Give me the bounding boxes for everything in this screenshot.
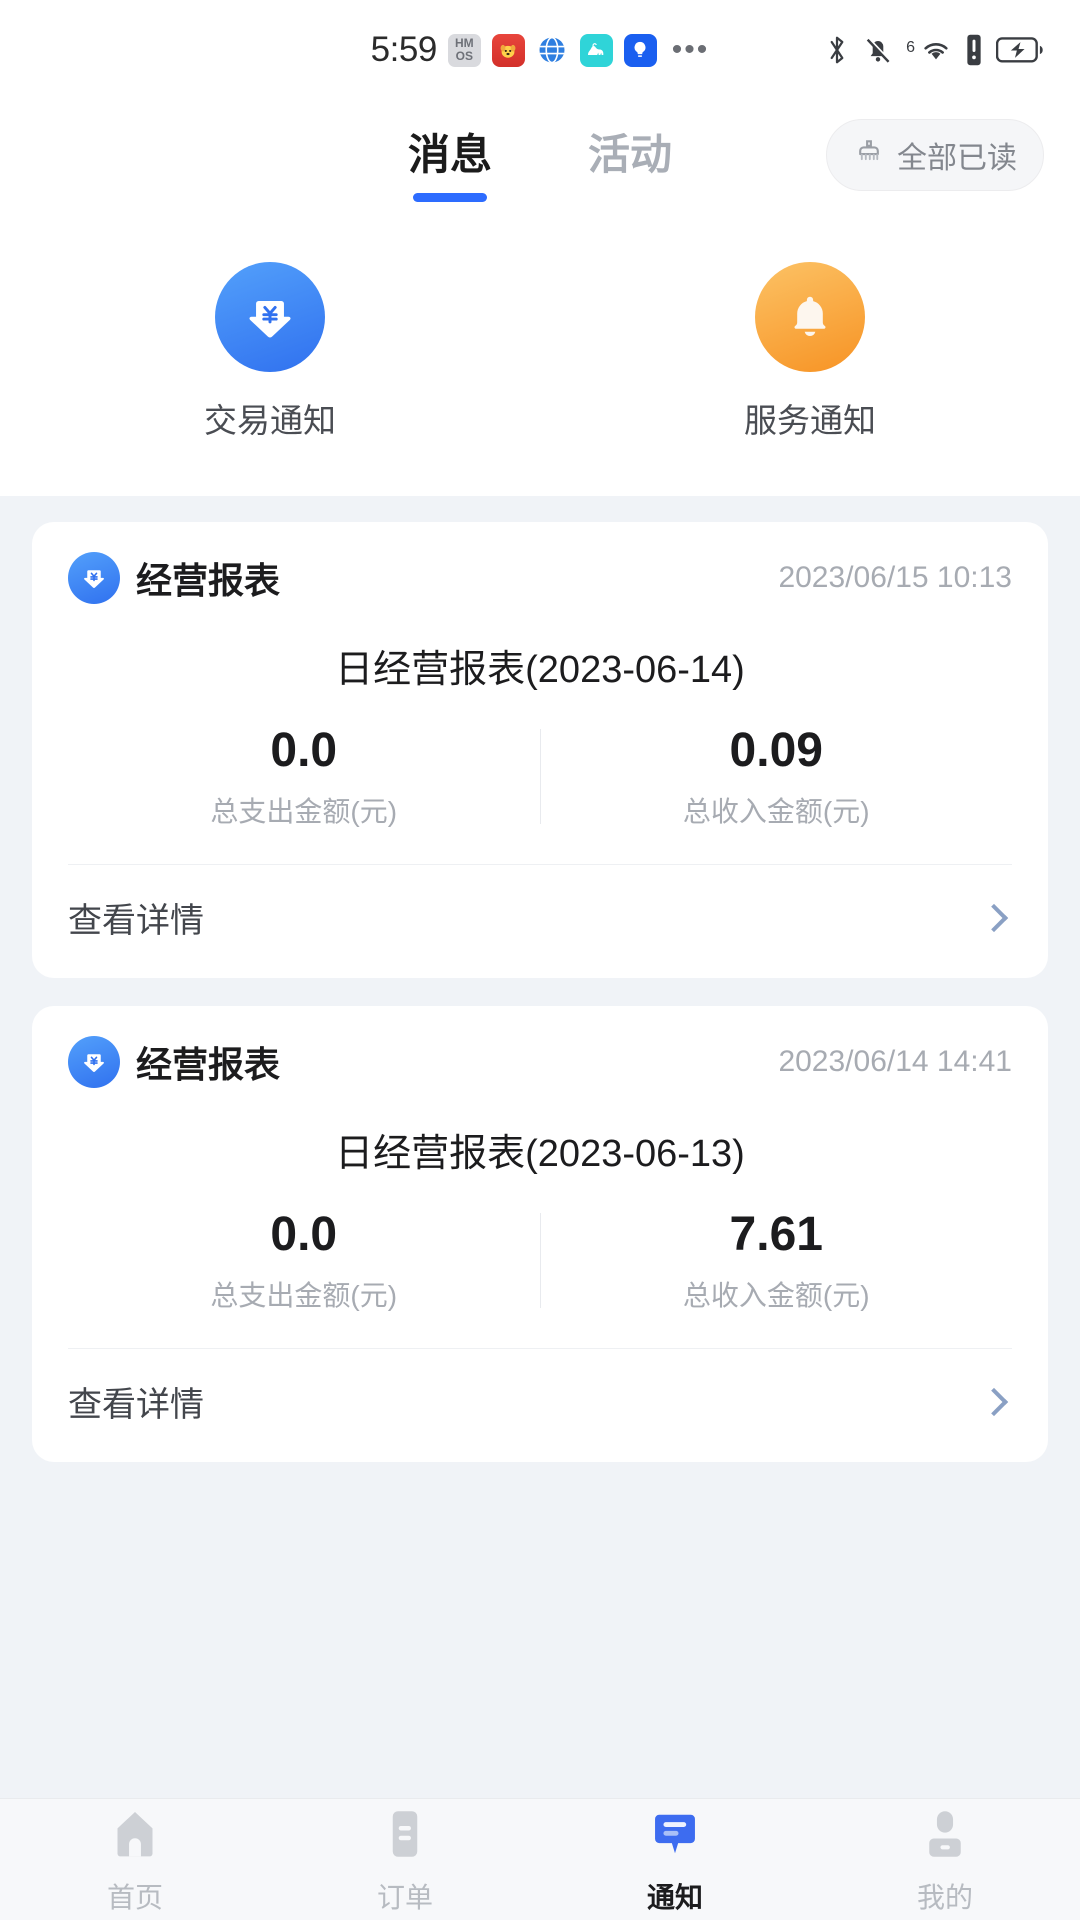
- message-card[interactable]: 经营报表 2023/06/14 14:41 日经营报表(2023-06-13) …: [32, 1006, 1048, 1462]
- stat-value: 7.61: [729, 1208, 823, 1261]
- bulb-app-icon: [623, 33, 657, 67]
- card-header: 经营报表 2023/06/15 10:13: [68, 552, 1012, 604]
- nav-item-home[interactable]: 首页: [0, 1804, 270, 1916]
- network-generation-label: 6: [906, 39, 915, 56]
- tab-activity[interactable]: 活动: [580, 134, 680, 176]
- wifi-icon: [920, 35, 952, 65]
- tab-activity-label: 活动: [588, 131, 673, 178]
- nav-item-notifications[interactable]: 通知: [540, 1804, 810, 1916]
- card-timestamp: 2023/06/14 14:41: [778, 1045, 1012, 1078]
- stat-label: 总收入金额(元): [682, 1280, 870, 1311]
- category-transaction-notice[interactable]: 交易通知: [0, 262, 540, 442]
- yen-download-icon: [215, 262, 325, 372]
- mute-bell-icon: [863, 34, 893, 66]
- bluetooth-icon: [824, 33, 850, 67]
- view-details-button[interactable]: 查看详情: [68, 1349, 1012, 1454]
- status-bar-right: 6: [824, 33, 1044, 67]
- status-time: 5:59: [370, 30, 438, 69]
- globe-app-icon: [535, 33, 569, 67]
- sim-alert-icon: [965, 34, 983, 66]
- stat-income: 0.09 总收入金额(元): [541, 723, 1013, 830]
- tab-messages-label: 消息: [407, 131, 492, 178]
- nav-item-label: 我的: [916, 1881, 973, 1913]
- tab-active-indicator: [412, 193, 487, 202]
- stat-expense: 0.0 总支出金额(元): [68, 1207, 540, 1314]
- card-timestamp: 2023/06/15 10:13: [778, 561, 1012, 594]
- page-header: 消息 活动 全部已读: [0, 100, 1080, 210]
- card-source: 经营报表: [68, 552, 280, 604]
- mark-all-read-label: 全部已读: [897, 142, 1017, 175]
- category-label: 交易通知: [204, 402, 336, 439]
- category-label: 服务通知: [744, 402, 876, 439]
- status-overflow-icon: •••: [671, 33, 710, 66]
- status-bar: 5:59 HM OS ••• 6: [0, 0, 1080, 100]
- stat-income: 7.61 总收入金额(元): [541, 1207, 1013, 1314]
- nav-item-label: 订单: [376, 1881, 433, 1913]
- card-title: 日经营报表(2023-06-13): [335, 1133, 745, 1175]
- chat-bubble-icon: [647, 1804, 703, 1862]
- category-service-notice[interactable]: 服务通知: [540, 262, 1080, 442]
- view-details-button[interactable]: 查看详情: [68, 865, 1012, 970]
- yen-download-icon: [68, 552, 120, 604]
- card-header: 经营报表 2023/06/14 14:41: [68, 1036, 1012, 1088]
- card-stats: 0.0 总支出金额(元) 0.09 总收入金额(元): [68, 723, 1012, 830]
- stat-expense: 0.0 总支出金额(元): [68, 723, 540, 830]
- tab-messages[interactable]: 消息: [400, 131, 500, 202]
- nav-item-orders[interactable]: 订单: [270, 1804, 540, 1916]
- nav-item-profile[interactable]: 我的: [810, 1804, 1080, 1916]
- category-shortcuts: 交易通知 服务通知: [0, 210, 1080, 496]
- hmos-badge-icon: HM OS: [447, 33, 481, 67]
- person-icon: [917, 1804, 973, 1862]
- card-source-name: 经营报表: [136, 560, 281, 601]
- stat-value: 0.09: [729, 724, 823, 777]
- stat-label: 总支出金额(元): [210, 796, 398, 827]
- broom-icon: [853, 137, 885, 174]
- home-icon: [107, 1804, 163, 1862]
- card-source-name: 经营报表: [136, 1044, 281, 1085]
- yen-download-icon: [68, 1036, 120, 1088]
- nav-item-label: 通知: [646, 1881, 703, 1913]
- mark-all-read-button[interactable]: 全部已读: [826, 119, 1044, 191]
- stat-label: 总支出金额(元): [210, 1280, 398, 1311]
- stat-value: 0.0: [270, 724, 338, 777]
- camel-app-icon: [579, 33, 613, 67]
- red-app-icon: [491, 33, 525, 67]
- nav-item-label: 首页: [106, 1881, 163, 1913]
- order-list-icon: [377, 1804, 433, 1862]
- chevron-right-icon: [979, 903, 1009, 932]
- message-card[interactable]: 经营报表 2023/06/15 10:13 日经营报表(2023-06-14) …: [32, 522, 1048, 978]
- view-details-label: 查看详情: [68, 902, 204, 940]
- card-title: 日经营报表(2023-06-14): [335, 649, 745, 691]
- chevron-right-icon: [979, 1387, 1009, 1416]
- battery-charging-icon: [996, 35, 1044, 65]
- bottom-nav-bar: 首页 订单 通知 我的: [0, 1798, 1080, 1920]
- view-details-label: 查看详情: [68, 1386, 204, 1424]
- message-list: 经营报表 2023/06/15 10:13 日经营报表(2023-06-14) …: [0, 496, 1080, 1798]
- stat-value: 0.0: [270, 1208, 338, 1261]
- app-screen: 5:59 HM OS ••• 6 消息 活动 全部已读 交易通知 服务通知 经营…: [0, 0, 1080, 1920]
- stat-label: 总收入金额(元): [682, 796, 870, 827]
- card-stats: 0.0 总支出金额(元) 7.61 总收入金额(元): [68, 1207, 1012, 1314]
- bell-icon: [755, 262, 865, 372]
- card-source: 经营报表: [68, 1036, 280, 1088]
- status-bar-left: 5:59 HM OS •••: [371, 30, 710, 70]
